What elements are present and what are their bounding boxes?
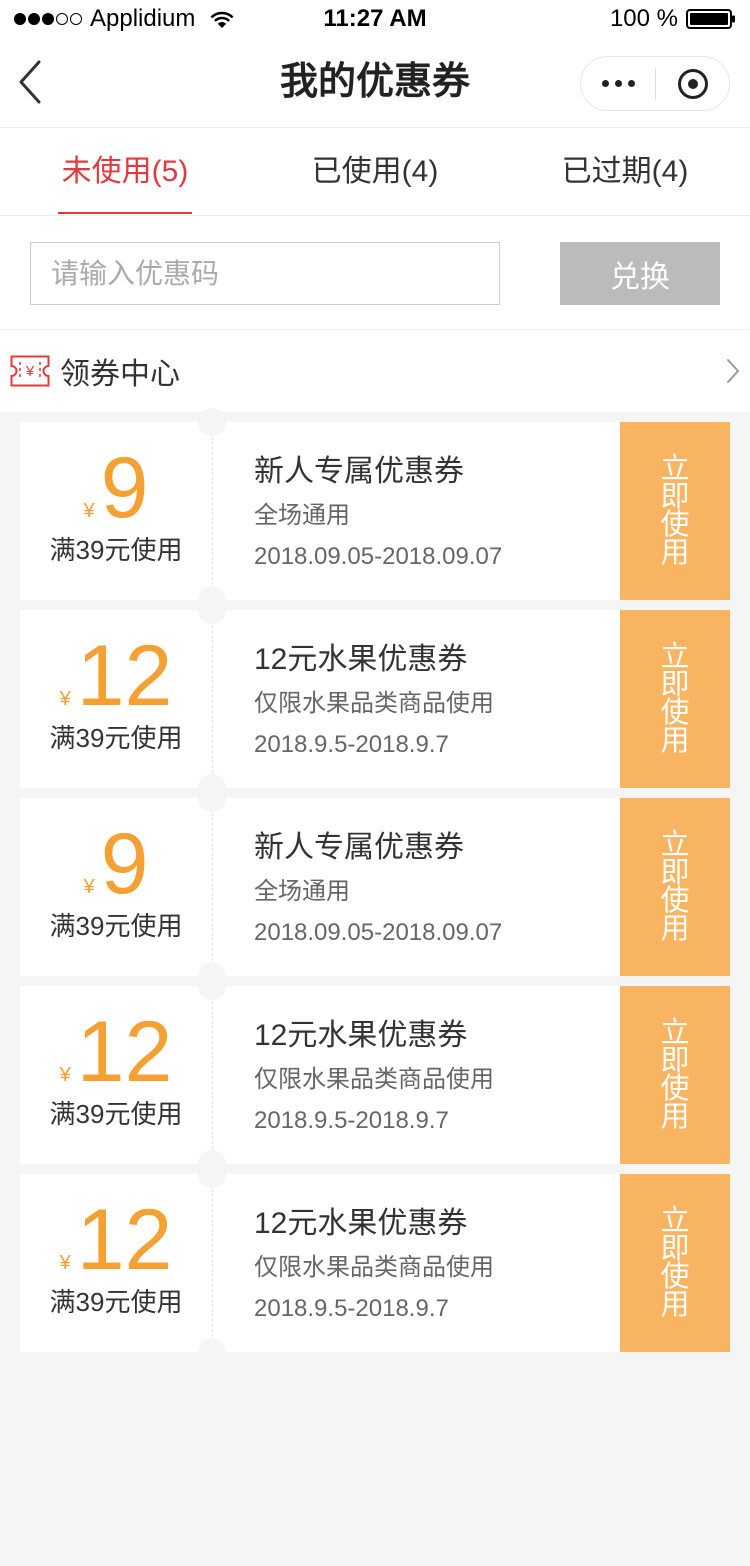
coupon-card: ¥9 满39元使用 新人专属优惠券 全场通用 2018.09.05-2018.0…	[20, 784, 730, 990]
coupon-validity: 2018.09.05-2018.09.07	[254, 919, 503, 946]
coupon-info: 12元水果优惠券 仅限水果品类商品使用 2018.9.5-2018.9.7	[212, 1174, 620, 1352]
currency-symbol: ¥	[59, 1064, 71, 1086]
ticket-notch	[198, 972, 226, 1000]
coupon-info: 12元水果优惠券 仅限水果品类商品使用 2018.9.5-2018.9.7	[212, 610, 620, 788]
currency-symbol: ¥	[83, 876, 95, 898]
coupon-amount: 12	[76, 1192, 173, 1288]
status-bar: Applidium 11:27 AM 100 %	[0, 0, 750, 38]
target-dot	[687, 78, 698, 89]
tab-bar: 未使用(5) 已使用(4) 已过期(4)	[0, 128, 750, 216]
tab-used[interactable]: 已使用(4)	[250, 128, 500, 215]
dot	[601, 80, 609, 87]
coupon-validity: 2018.09.05-2018.09.07	[254, 543, 503, 570]
coupon-center-link[interactable]: ¥ 领券中心	[0, 330, 750, 412]
currency-symbol: ¥	[59, 1252, 71, 1274]
coupon-info: 12元水果优惠券 仅限水果品类商品使用 2018.9.5-2018.9.7	[212, 986, 620, 1164]
battery-percent: 100 %	[609, 5, 678, 32]
dot	[614, 80, 622, 87]
more-button[interactable]	[581, 57, 655, 110]
use-now-label: 立即使用	[660, 641, 690, 757]
tab-label: 未使用(5)	[57, 128, 192, 215]
coupon-value-panel: ¥12 满39元使用	[20, 610, 212, 788]
use-now-button[interactable]: 立即使用	[620, 798, 730, 976]
ticket-notch	[198, 408, 226, 436]
coupon-validity: 2018.9.5-2018.9.7	[254, 731, 449, 758]
coupon-amount: 9	[100, 440, 149, 536]
coupon-title: 12元水果优惠券	[254, 1019, 468, 1052]
tab-unused[interactable]: 未使用(5)	[0, 128, 250, 215]
more-dots-icon	[601, 80, 635, 87]
ticket-glyph: ¥	[25, 363, 35, 380]
tab-expired[interactable]: 已过期(4)	[500, 128, 750, 215]
coupon-scope: 全场通用	[254, 502, 350, 529]
ticket-notch	[198, 596, 226, 624]
capsule-menu	[580, 56, 730, 111]
coupon-amount-row: ¥12	[20, 1009, 212, 1095]
currency-symbol: ¥	[59, 688, 71, 710]
use-now-button[interactable]: 立即使用	[620, 610, 730, 788]
coupon-card: ¥12 满39元使用 12元水果优惠券 仅限水果品类商品使用 2018.9.5-…	[20, 596, 730, 802]
coupon-value-panel: ¥12 满39元使用	[20, 986, 212, 1164]
use-now-label: 立即使用	[660, 1017, 690, 1133]
coupon-condition: 满39元使用	[49, 1099, 183, 1129]
coupon-amount: 12	[76, 628, 173, 724]
coupon-value-panel: ¥12 满39元使用	[20, 1174, 212, 1352]
coupon-amount-row: ¥12	[20, 1197, 212, 1283]
coupon-title: 12元水果优惠券	[254, 643, 468, 676]
coupon-validity: 2018.9.5-2018.9.7	[254, 1107, 449, 1134]
coupon-amount-row: ¥9	[20, 821, 212, 907]
coupon-validity: 2018.9.5-2018.9.7	[254, 1295, 449, 1322]
ticket-notch	[198, 1338, 226, 1366]
coupon-list: ¥9 满39元使用 新人专属优惠券 全场通用 2018.09.05-2018.0…	[0, 408, 750, 1366]
use-now-label: 立即使用	[660, 829, 690, 945]
coupon-amount-row: ¥9	[20, 445, 212, 531]
coupon-scope: 仅限水果品类商品使用	[254, 690, 494, 717]
coupon-condition: 满39元使用	[49, 1287, 183, 1317]
navigation-bar: 我的优惠券	[0, 38, 750, 128]
tab-label: 已使用(4)	[311, 155, 439, 188]
coupon-value-panel: ¥9 满39元使用	[20, 422, 212, 600]
coupon-info: 新人专属优惠券 全场通用 2018.09.05-2018.09.07	[212, 422, 620, 600]
tab-label: 已过期(4)	[561, 155, 689, 188]
redeem-section: 兑换	[0, 216, 750, 330]
use-now-button[interactable]: 立即使用	[620, 1174, 730, 1352]
coupon-card: ¥12 满39元使用 12元水果优惠券 仅限水果品类商品使用 2018.9.5-…	[20, 1160, 730, 1366]
close-button[interactable]	[656, 57, 729, 110]
coupon-amount: 9	[100, 816, 149, 912]
coupon-card: ¥12 满39元使用 12元水果优惠券 仅限水果品类商品使用 2018.9.5-…	[20, 972, 730, 1178]
chevron-right-icon	[726, 358, 740, 384]
currency-symbol: ¥	[83, 500, 95, 522]
coupon-title: 新人专属优惠券	[254, 831, 464, 864]
coupon-center-label: 领券中心	[60, 358, 180, 391]
coupon-title: 新人专属优惠券	[254, 455, 464, 488]
battery-icon	[686, 9, 736, 29]
dot	[627, 80, 635, 87]
coupon-code-input[interactable]	[30, 242, 500, 305]
coupon-amount: 12	[76, 1004, 173, 1100]
target-circle-icon	[677, 68, 708, 99]
coupon-condition: 满39元使用	[49, 535, 183, 565]
coupon-ticket-icon: ¥	[10, 355, 50, 387]
coupon-title: 12元水果优惠券	[254, 1207, 468, 1240]
use-now-label: 立即使用	[660, 1205, 690, 1321]
coupon-scope: 仅限水果品类商品使用	[254, 1254, 494, 1281]
status-right: 100 %	[610, 0, 736, 38]
coupon-amount-row: ¥12	[20, 633, 212, 719]
coupon-condition: 满39元使用	[49, 911, 183, 941]
use-now-button[interactable]: 立即使用	[620, 986, 730, 1164]
coupon-card: ¥9 满39元使用 新人专属优惠券 全场通用 2018.09.05-2018.0…	[20, 408, 730, 614]
ticket-notch	[198, 1160, 226, 1188]
coupon-scope: 仅限水果品类商品使用	[254, 1066, 494, 1093]
coupon-condition: 满39元使用	[49, 723, 183, 753]
use-now-label: 立即使用	[660, 453, 690, 569]
use-now-button[interactable]: 立即使用	[620, 422, 730, 600]
redeem-button[interactable]: 兑换	[560, 242, 720, 305]
coupon-scope: 全场通用	[254, 878, 350, 905]
coupon-info: 新人专属优惠券 全场通用 2018.09.05-2018.09.07	[212, 798, 620, 976]
coupon-value-panel: ¥9 满39元使用	[20, 798, 212, 976]
ticket-notch	[198, 784, 226, 812]
